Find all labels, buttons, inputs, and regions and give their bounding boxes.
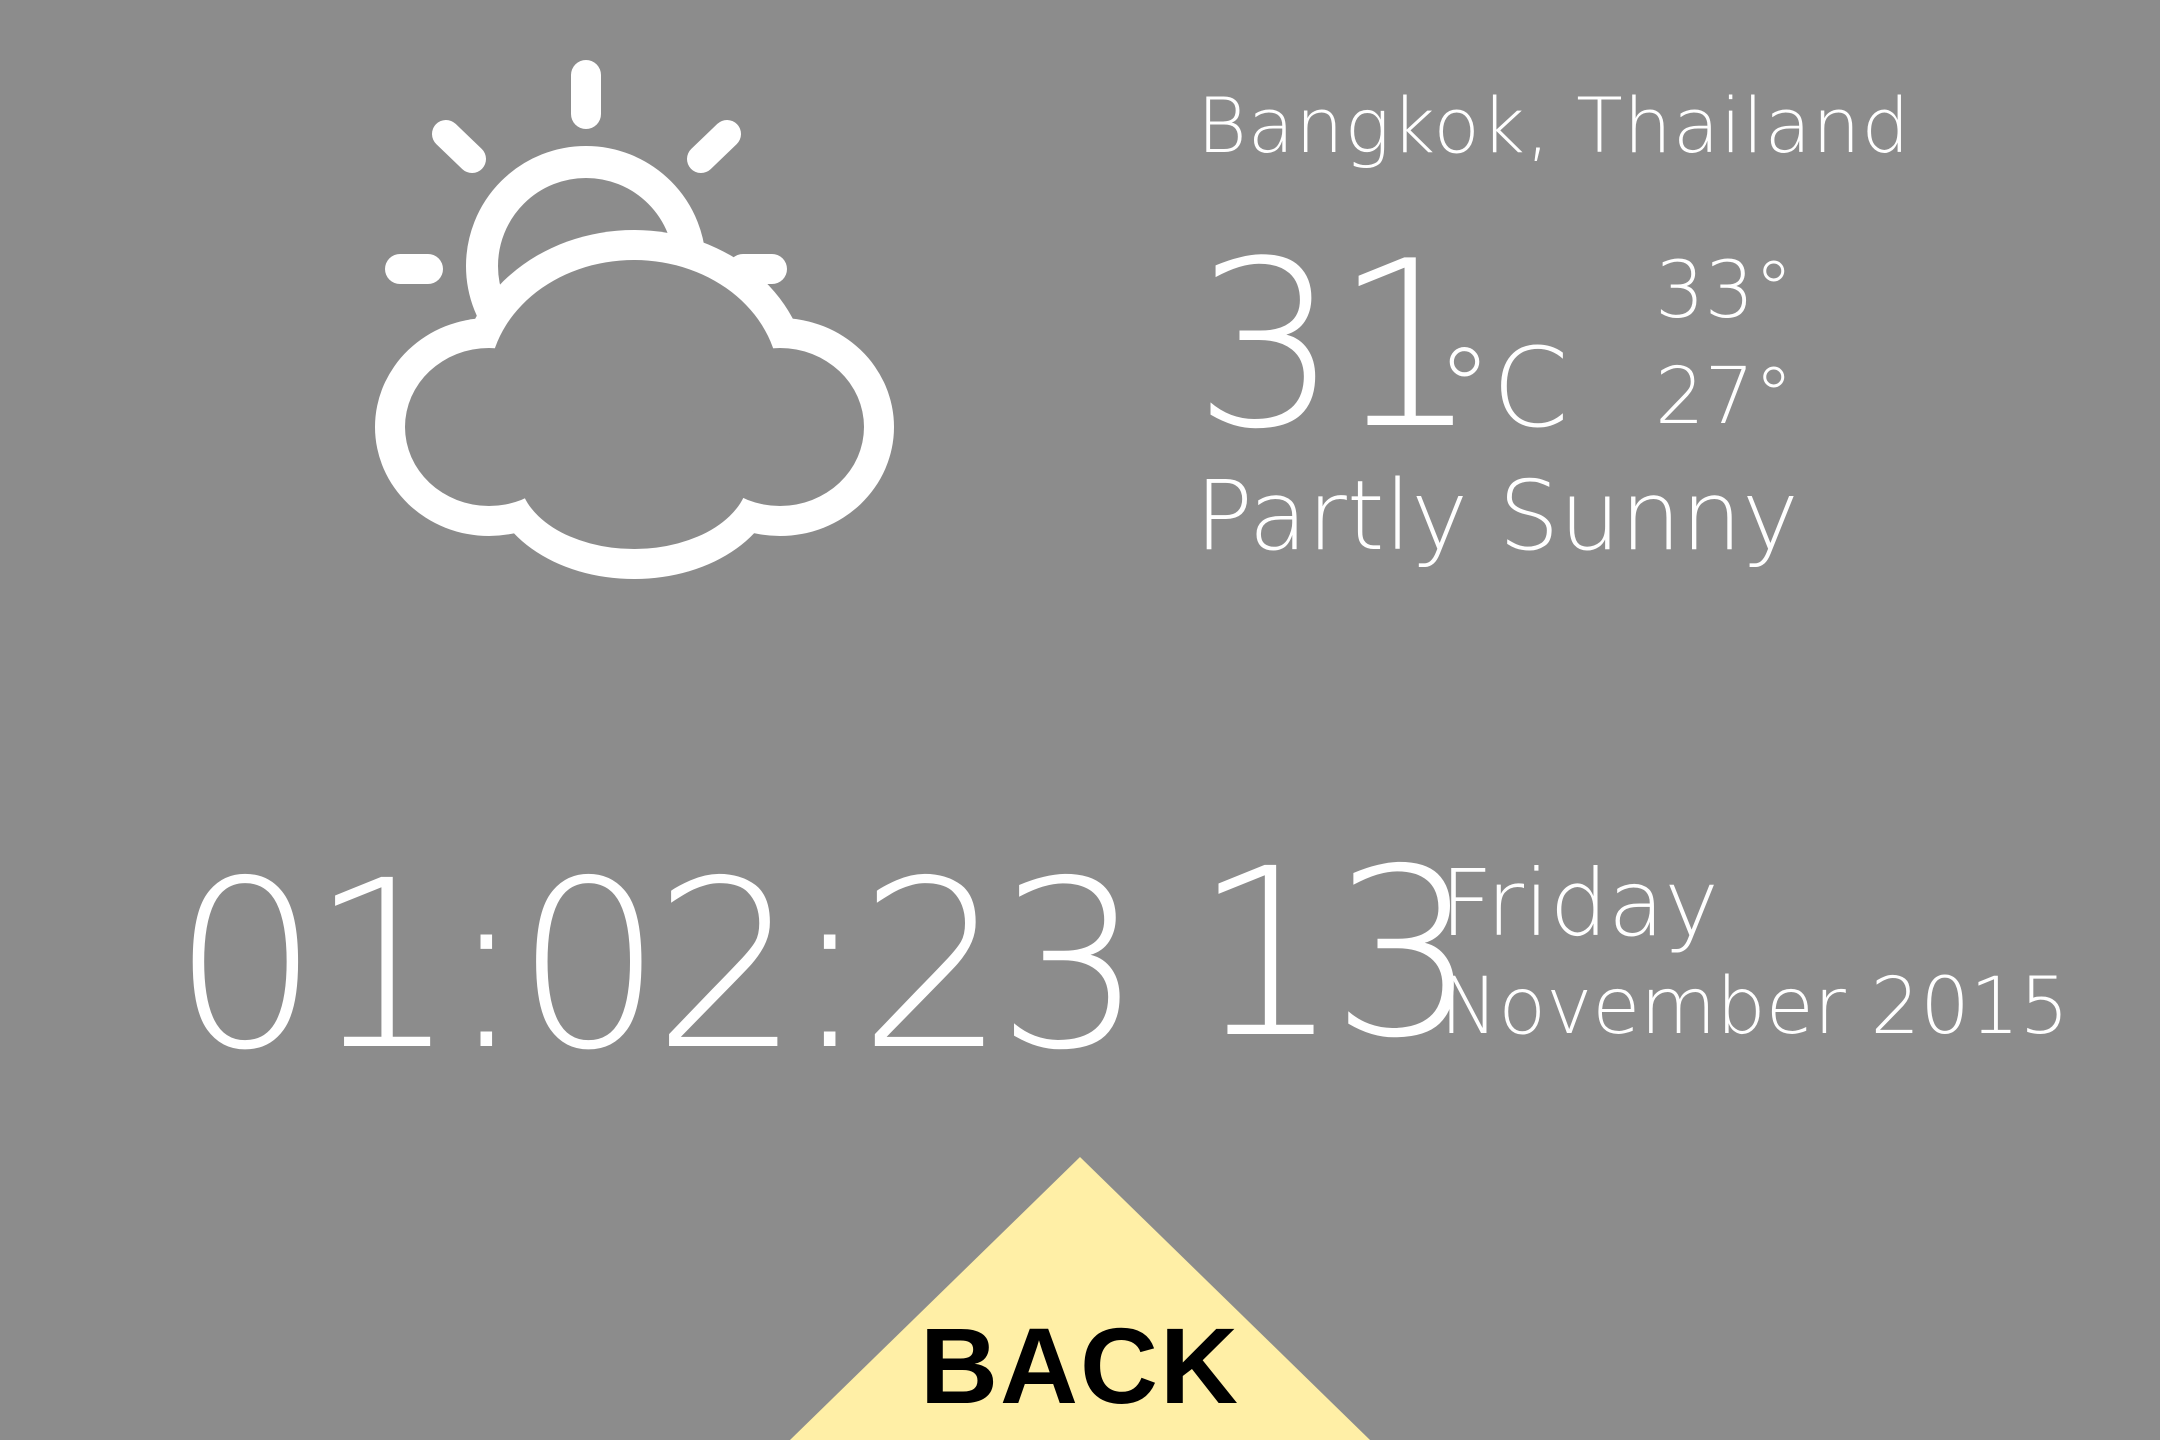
location-label: Bangkok, Thailand [1197,81,1911,170]
date-weekday: Friday [1440,850,1719,957]
date-month-year: November 2015 [1440,962,2070,1052]
low-temperature: 27° [1655,352,1794,442]
high-temperature: 33° [1655,246,1794,336]
clock-time: 01:02:23 [172,831,1144,1101]
back-button[interactable]: BACK [790,1157,1370,1440]
partly-sunny-icon [360,50,920,590]
temperature-unit: °C [1437,324,1569,452]
current-temperature: 31 [1193,213,1480,480]
date-day: 13 [1193,819,1478,1089]
weather-clock-screen: Bangkok, Thailand 31 °C 33° 27° Partly S… [0,0,2160,1440]
back-button-label: BACK [920,1305,1240,1426]
weather-condition: Partly Sunny [1195,460,1799,572]
